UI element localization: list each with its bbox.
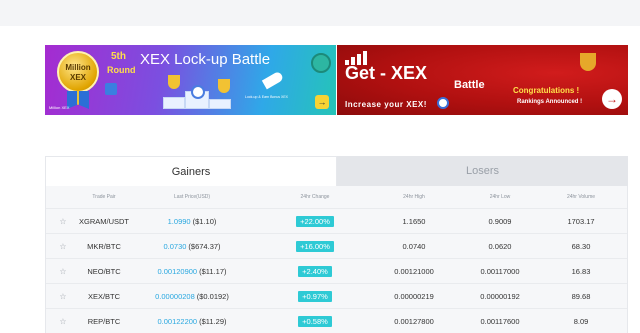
star-outline-icon[interactable]: ☆ xyxy=(56,209,70,233)
tab-losers[interactable]: Losers xyxy=(337,156,628,186)
lockup-battle-banner[interactable]: Million XEX 5th Round XEX Lock-up Battle… xyxy=(45,45,336,115)
top-bar xyxy=(0,0,640,26)
lock-icon xyxy=(105,83,117,95)
change-badge: +22.00% xyxy=(296,215,334,227)
low-value: 0.00117000 xyxy=(480,266,520,276)
lockup-small-text: Lock-up & Earn Bonus XEX xyxy=(245,95,288,99)
rankings-text: Rankings Announced ! xyxy=(517,99,583,105)
market-tabs: Gainers Losers xyxy=(45,156,628,186)
low-value: 0.00117600 xyxy=(480,316,520,326)
header-pair[interactable]: Trade Pair xyxy=(70,186,138,208)
round-label: Round xyxy=(107,65,136,75)
volume-value: 68.30 xyxy=(571,241,591,251)
header-change[interactable]: 24hr Change xyxy=(282,186,348,208)
rocket-icon xyxy=(261,70,285,90)
high-value: 0.00127800 xyxy=(394,316,434,326)
price-usd: ($1.10) xyxy=(192,216,217,226)
table-row[interactable]: ☆ MKR/BTC 0.0730 ($674.37) +16.00% 0.0740… xyxy=(46,233,627,258)
table-header: Trade Pair Last Price(USD) 24hr Change 2… xyxy=(46,186,627,208)
change-cell: +2.40% xyxy=(282,259,348,283)
star-outline-icon[interactable]: ☆ xyxy=(56,234,70,258)
table-row[interactable]: ☆ XEX/BTC 0.00000208 ($0.0192) +0.97% 0.0… xyxy=(46,283,627,308)
get-xex-battle-banner[interactable]: Get - XEX Battle Increase your XEX! Cong… xyxy=(337,45,628,115)
table-row[interactable]: ☆ REP/BTC 0.00122200 ($11.29) +0.58% 0.00… xyxy=(46,308,627,333)
battle-subtitle: Increase your XEX! xyxy=(345,100,427,109)
change-cell: +22.00% xyxy=(282,209,348,233)
price-value: 1.0990 xyxy=(167,216,191,226)
volume-value: 8.09 xyxy=(573,316,589,326)
change-badge: +0.97% xyxy=(298,290,332,302)
star-outline-icon[interactable]: ☆ xyxy=(56,309,70,333)
change-cell: +0.58% xyxy=(282,309,348,333)
low-value: 0.0620 xyxy=(488,241,512,251)
price-usd: ($11.17) xyxy=(199,266,227,276)
arrow-right-icon[interactable]: → xyxy=(602,89,622,109)
low-value: 0.9009 xyxy=(488,216,512,226)
last-price: 0.0730 ($674.37) xyxy=(142,234,242,258)
price-value: 0.00120900 xyxy=(157,266,198,276)
low-value: 0.00000192 xyxy=(480,291,520,301)
lockup-banner-title: XEX Lock-up Battle xyxy=(140,51,271,68)
volume-value: 16.83 xyxy=(571,266,591,276)
round-number: 5th xyxy=(111,51,126,62)
header-price[interactable]: Last Price(USD) xyxy=(142,186,242,208)
high-value: 1.1650 xyxy=(402,216,426,226)
lockup-footer: Million XEX xyxy=(49,105,70,110)
trade-pair: NEO/BTC xyxy=(87,266,121,276)
last-price: 0.00120900 ($11.17) xyxy=(142,259,242,283)
gainers-table: Trade Pair Last Price(USD) 24hr Change 2… xyxy=(45,186,628,333)
change-cell: +16.00% xyxy=(282,234,348,258)
price-value: 0.0730 xyxy=(163,241,187,251)
volume-value: 89.68 xyxy=(571,291,591,301)
change-cell: +0.97% xyxy=(282,284,348,308)
million-xex-medal-icon: Million XEX xyxy=(57,51,99,93)
battle-word: Battle xyxy=(454,79,485,91)
trophy-icon xyxy=(168,75,180,89)
header-low[interactable]: 24hr Low xyxy=(470,186,530,208)
price-value: 0.00122200 xyxy=(157,316,198,326)
table-row[interactable]: ☆ NEO/BTC 0.00120900 ($11.17) +2.40% 0.00… xyxy=(46,258,627,283)
trade-pair: XGRAM/USDT xyxy=(78,216,129,226)
high-value: 0.0740 xyxy=(402,241,426,251)
table-row[interactable]: ☆ XGRAM/USDT 1.0990 ($1.10) +22.00% 1.165… xyxy=(46,208,627,233)
last-price: 0.00122200 ($11.29) xyxy=(142,309,242,333)
xex-coin-icon xyxy=(191,85,205,99)
medal-text: Million XEX xyxy=(65,63,91,82)
trade-pair: XEX/BTC xyxy=(87,291,121,301)
price-usd: ($674.37) xyxy=(188,241,221,251)
trophy-icon xyxy=(580,53,596,71)
price-usd: ($0.0192) xyxy=(196,291,229,301)
arrow-right-icon[interactable]: → xyxy=(315,95,329,109)
volume-value: 1703.17 xyxy=(567,216,595,226)
battle-banner-title: Get - XEX xyxy=(345,63,428,83)
change-badge: +0.58% xyxy=(298,315,332,327)
trade-pair: REP/BTC xyxy=(87,316,121,326)
badge-icon xyxy=(311,53,331,73)
star-outline-icon[interactable]: ☆ xyxy=(56,259,70,283)
trade-pair: MKR/BTC xyxy=(87,241,121,251)
tab-gainers[interactable]: Gainers xyxy=(45,156,337,186)
ribbon-icon xyxy=(67,91,89,109)
last-price: 1.0990 ($1.10) xyxy=(142,209,242,233)
high-value: 0.00121000 xyxy=(394,266,434,276)
change-badge: +2.40% xyxy=(298,265,332,277)
header-high[interactable]: 24hr High xyxy=(386,186,442,208)
star-outline-icon[interactable]: ☆ xyxy=(56,284,70,308)
price-value: 0.00000208 xyxy=(155,291,195,301)
price-usd: ($11.29) xyxy=(199,316,227,326)
congrats-text: Congratulations ! xyxy=(513,86,580,95)
last-price: 0.00000208 ($0.0192) xyxy=(142,284,242,308)
change-badge: +16.00% xyxy=(296,240,334,252)
trophy-icon xyxy=(218,79,230,93)
xex-coin-icon xyxy=(437,97,449,109)
high-value: 0.00000219 xyxy=(394,291,434,301)
header-volume[interactable]: 24hr Volume xyxy=(551,186,611,208)
